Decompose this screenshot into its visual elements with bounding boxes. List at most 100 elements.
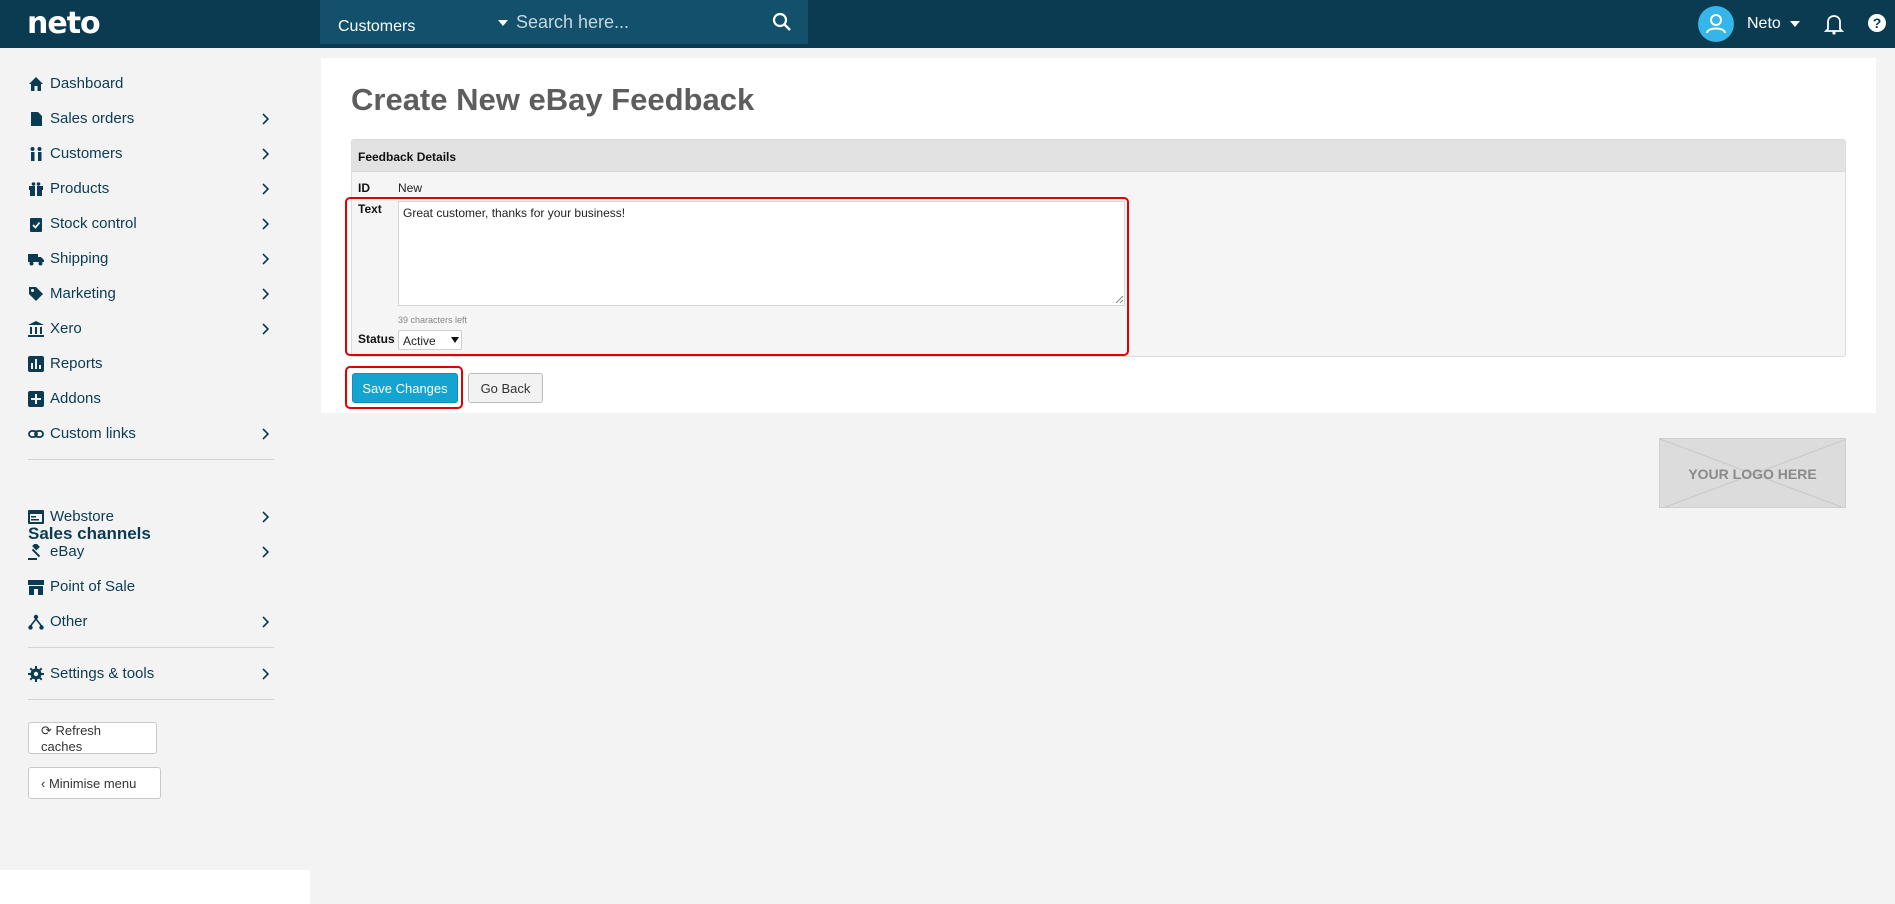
sidebar-item-webstore[interactable]: Webstore	[28, 507, 269, 529]
minimise-menu-button[interactable]: ‹ Minimise menu	[28, 767, 161, 799]
chevron-right-icon	[262, 183, 269, 195]
save-changes-button[interactable]: Save Changes	[352, 373, 458, 403]
id-value: New	[398, 181, 423, 195]
logo-placeholder-text: YOUR LOGO HERE	[1688, 466, 1817, 482]
chart-icon	[28, 356, 44, 372]
status-select[interactable]: Active	[398, 330, 462, 350]
page-title: Create New eBay Feedback	[351, 82, 755, 117]
avatar[interactable]	[1698, 6, 1734, 42]
chevron-right-icon	[262, 288, 269, 300]
gear-icon	[28, 666, 44, 682]
chevron-down-icon[interactable]	[1790, 21, 1800, 27]
sidebar-item-customers[interactable]: Customers	[28, 144, 269, 166]
chevron-right-icon	[262, 253, 269, 265]
search-icon[interactable]	[772, 12, 792, 32]
id-label: ID	[358, 181, 370, 195]
sidebar-item-point-of-sale[interactable]: Point of Sale	[28, 577, 268, 599]
sidebar-item-xero[interactable]: Xero	[28, 319, 269, 341]
refresh-icon: ⟳	[41, 723, 56, 738]
divider	[28, 459, 274, 460]
feedback-text-field[interactable]: Great customer, thanks for your business…	[398, 201, 1125, 306]
sidebar-item-custom-links[interactable]: Custom links	[28, 424, 269, 446]
sidebar-item-label: eBay	[50, 543, 85, 560]
chevron-right-icon	[262, 511, 269, 523]
sidebar-item-addons[interactable]: Addons	[28, 389, 268, 411]
search-bar: Customers	[320, 0, 808, 44]
resize-handle-icon[interactable]	[1113, 293, 1124, 304]
sidebar-item-label: Shipping	[50, 250, 109, 267]
sidebar-item-dashboard[interactable]: Dashboard	[28, 74, 268, 96]
top-bar: neto Customers Neto ?	[0, 0, 1895, 48]
search-context-select[interactable]: Customers	[338, 18, 415, 36]
sidebar-item-marketing[interactable]: Marketing	[28, 284, 269, 306]
sidebar-item-label: Marketing	[50, 285, 116, 302]
sidebar: Dashboard Sales orders Customers Product…	[0, 48, 310, 870]
plus-square-icon	[28, 391, 44, 407]
sidebar-item-label: Dashboard	[50, 75, 124, 92]
sidebar-item-label: Custom links	[50, 425, 136, 442]
feedback-details-section: Feedback Details ID New Text Great custo…	[351, 139, 1846, 357]
status-value: Active	[403, 334, 436, 348]
logo-placeholder: YOUR LOGO HERE	[1659, 438, 1846, 508]
help-icon[interactable]: ?	[1868, 14, 1886, 32]
text-label: Text	[358, 202, 382, 216]
bank-icon	[28, 321, 44, 337]
gavel-icon	[28, 544, 41, 560]
chevron-right-icon	[262, 668, 269, 680]
store-icon	[28, 580, 44, 595]
sidebar-item-label: Point of Sale	[50, 578, 136, 595]
user-menu[interactable]: Neto	[1747, 15, 1781, 33]
characters-left: 39 characters left	[398, 315, 468, 325]
chevron-right-icon	[262, 148, 269, 160]
chevron-right-icon	[262, 428, 269, 440]
chevron-down-icon	[451, 337, 459, 343]
gift-icon	[29, 182, 43, 196]
sidebar-item-label: Customers	[50, 145, 123, 162]
section-header: Feedback Details	[352, 140, 1845, 172]
sidebar-item-label: Other	[50, 613, 88, 630]
status-label: Status	[358, 332, 395, 346]
go-back-button[interactable]: Go Back	[468, 373, 543, 403]
link-icon	[28, 430, 44, 438]
sidebar-item-stock-control[interactable]: Stock control	[28, 214, 269, 236]
bell-icon[interactable]	[1824, 13, 1844, 35]
search-input[interactable]	[516, 7, 756, 37]
sidebar-item-settings-tools[interactable]: Settings & tools	[28, 664, 269, 686]
sidebar-item-label: Products	[50, 180, 110, 197]
sidebar-item-label: Reports	[50, 355, 103, 372]
neto-logo[interactable]: neto	[27, 6, 101, 41]
home-icon	[29, 77, 43, 91]
chevron-left-icon: ‹	[41, 775, 49, 791]
refresh-caches-button[interactable]: ⟳ Refresh caches	[28, 722, 157, 754]
chevron-right-icon	[262, 323, 269, 335]
chevron-right-icon	[262, 546, 269, 558]
sidebar-item-ebay[interactable]: eBay	[28, 542, 269, 564]
document-icon	[31, 112, 42, 126]
sidebar-item-other[interactable]: Other	[28, 612, 269, 634]
clipboard-check-icon	[30, 218, 42, 232]
sidebar-item-reports[interactable]: Reports	[28, 354, 268, 376]
chevron-right-icon	[262, 113, 269, 125]
people-icon	[30, 147, 42, 161]
truck-icon	[28, 254, 44, 266]
sidebar-item-label: Stock control	[50, 215, 137, 232]
sidebar-item-label: Settings & tools	[50, 665, 155, 682]
chevron-right-icon	[262, 218, 269, 230]
network-icon	[28, 614, 44, 630]
sidebar-item-products[interactable]: Products	[28, 179, 269, 201]
sidebar-item-sales-orders[interactable]: Sales orders	[28, 109, 269, 131]
divider	[28, 699, 274, 700]
sidebar-item-label: Addons	[50, 390, 101, 407]
sidebar-item-shipping[interactable]: Shipping	[28, 249, 269, 271]
user-icon	[1706, 14, 1726, 34]
chevron-down-icon[interactable]	[498, 20, 508, 26]
sidebar-footer	[0, 870, 310, 904]
divider	[28, 647, 274, 648]
sidebar-item-label: Webstore	[50, 508, 114, 525]
tag-icon	[29, 287, 43, 301]
sidebar-item-label: Xero	[50, 320, 82, 337]
browser-icon	[28, 510, 44, 524]
section-title: Feedback Details	[358, 150, 457, 164]
chevron-right-icon	[262, 616, 269, 628]
sidebar-item-label: Sales orders	[50, 110, 135, 127]
